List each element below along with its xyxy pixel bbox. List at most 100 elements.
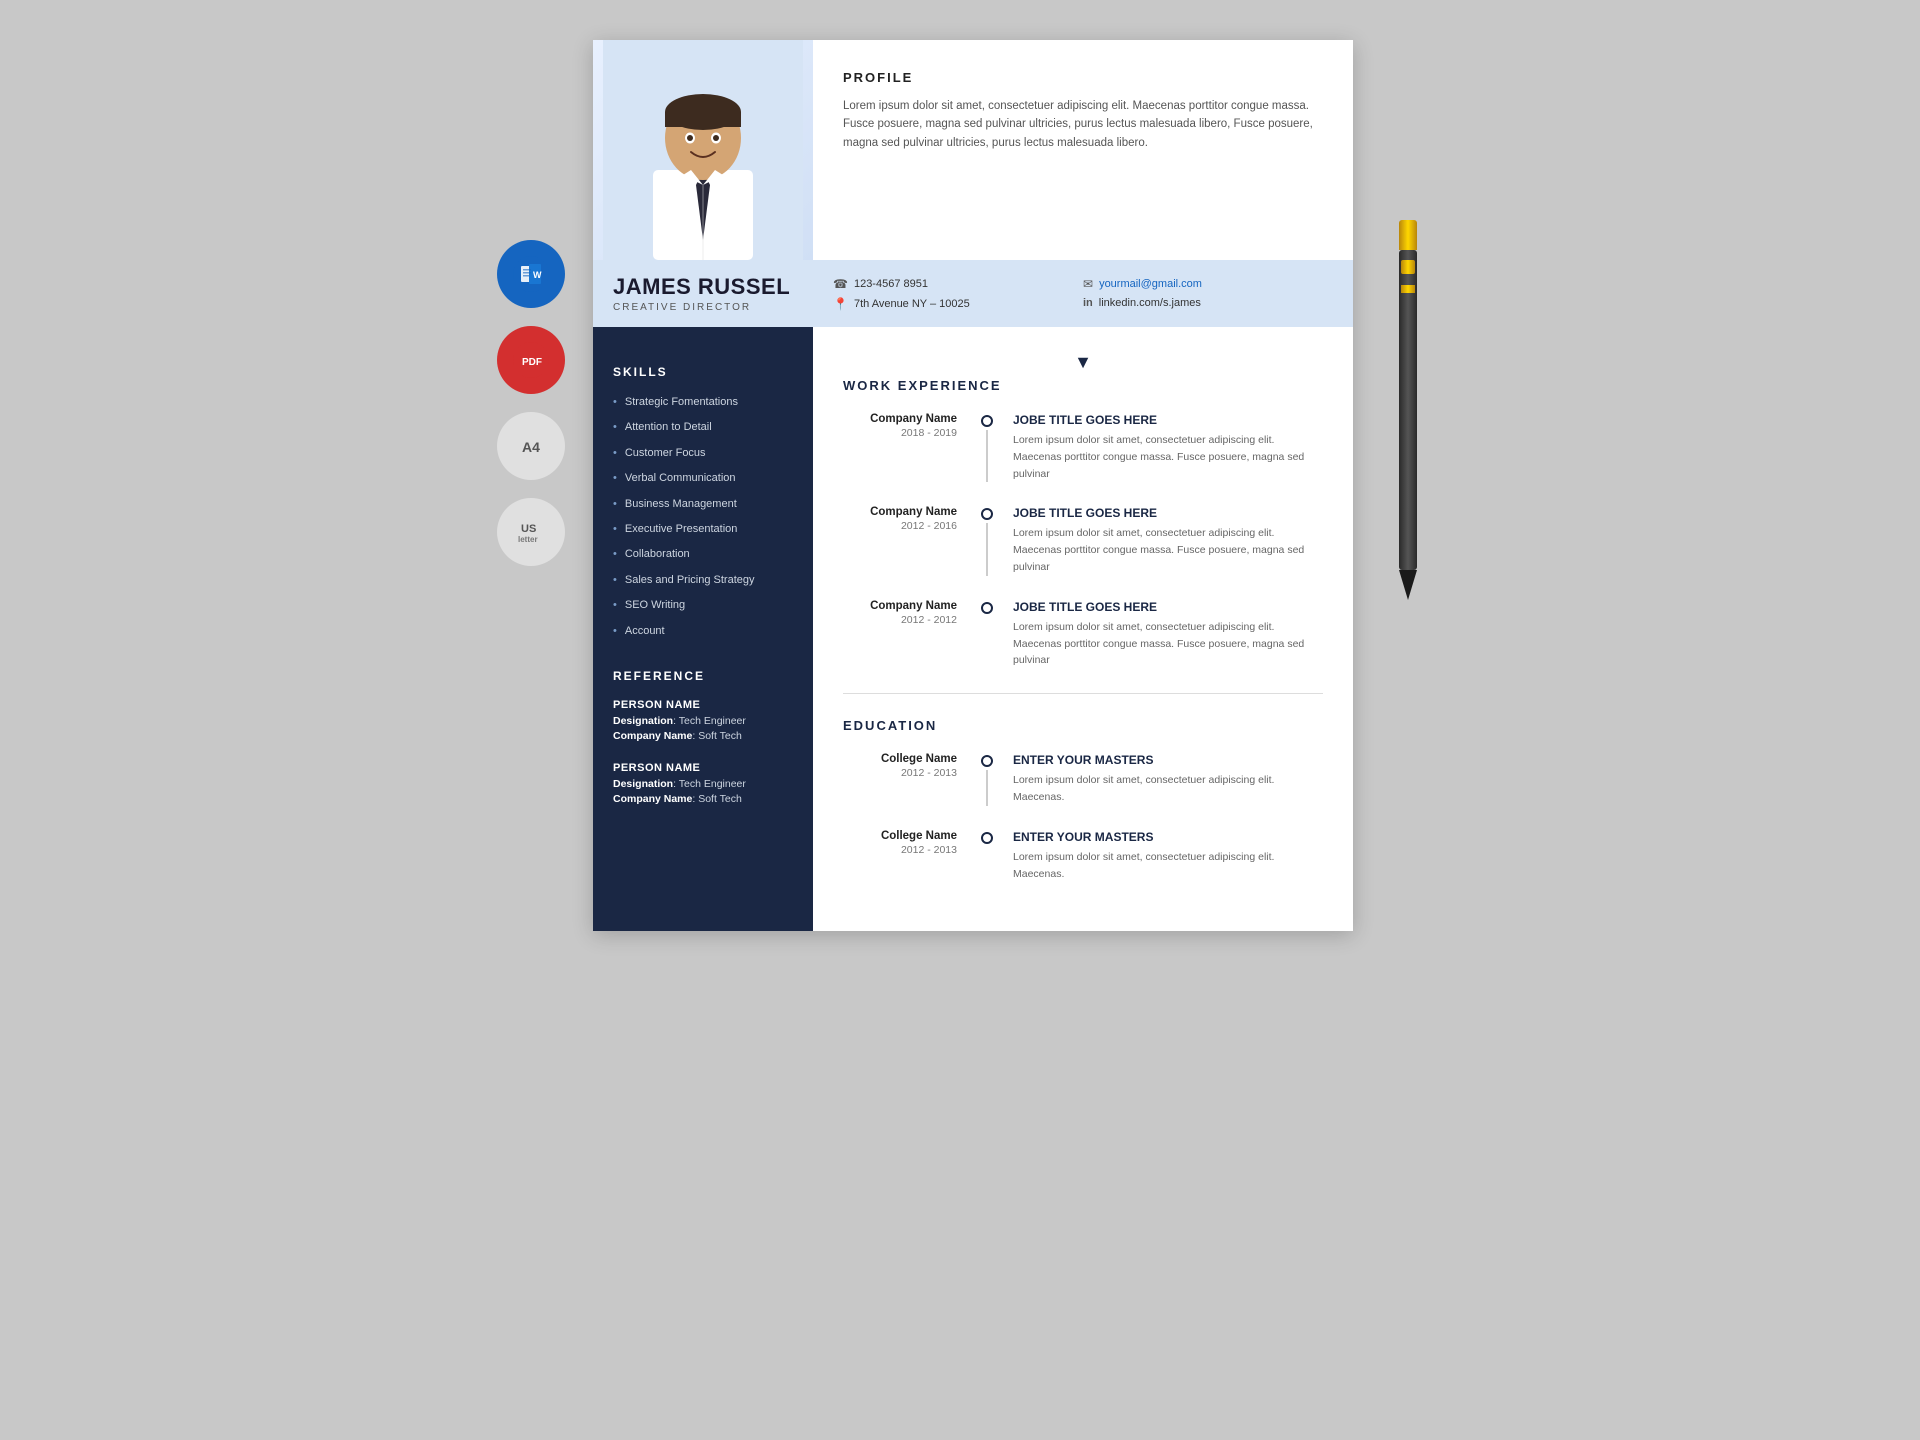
email-item: ✉ yourmail@gmail.com — [1083, 277, 1333, 291]
edu-entry-1: College Name 2012 - 2013 ENTER YOUR MAST… — [843, 753, 1323, 806]
svg-text:US: US — [521, 523, 536, 535]
work-entry-2-dates: 2012 - 2016 — [843, 520, 957, 532]
contact-col-left: ☎ 123-4567 8951 📍 7th Avenue NY – 10025 — [833, 277, 1083, 311]
work-entry-1-right: JOBE TITLE GOES HERE Lorem ipsum dolor s… — [1001, 413, 1323, 482]
ref-2-designation-label: Designation — [613, 778, 673, 790]
map-pin-icon: ▼ — [843, 352, 1323, 373]
us-letter-icon[interactable]: US letter — [497, 498, 565, 566]
phone-item: ☎ 123-4567 8951 — [833, 277, 1083, 291]
profile-photo — [593, 40, 813, 260]
work-entry-3-company: Company Name — [843, 600, 957, 612]
work-entry-2: Company Name 2012 - 2016 JOBE TITLE GOES… — [843, 506, 1323, 575]
timeline-dot — [981, 602, 993, 614]
linkedin-icon: in — [1083, 297, 1093, 309]
work-entry-1-title: JOBE TITLE GOES HERE — [1013, 413, 1323, 427]
skill-item: SEO Writing — [613, 598, 793, 613]
ref-2-company: Company Name: Soft Tech — [613, 793, 793, 805]
word-icon[interactable]: W — [497, 240, 565, 308]
svg-text:W: W — [533, 270, 542, 280]
section-divider — [843, 693, 1323, 694]
phone-number: 123-4567 8951 — [854, 278, 928, 290]
skill-item: Verbal Communication — [613, 471, 793, 486]
ref-1-name: PERSON NAME — [613, 699, 793, 711]
pen-decoration — [1393, 220, 1423, 600]
ref-2-designation-value: Tech Engineer — [679, 778, 746, 790]
edu-entry-1-right: ENTER YOUR MASTERS Lorem ipsum dolor sit… — [1001, 753, 1323, 806]
edu-entry-1-center — [973, 753, 1001, 806]
name-bar: JAMES RUSSEL CREATIVE DIRECTOR ☎ 123-456… — [593, 260, 1353, 327]
edu-entry-1-degree: ENTER YOUR MASTERS — [1013, 753, 1323, 767]
resume-body: SKILLS Strategic Fomentations Attention … — [593, 327, 1353, 931]
work-entry-2-right: JOBE TITLE GOES HERE Lorem ipsum dolor s… — [1001, 506, 1323, 575]
skills-heading: SKILLS — [613, 365, 793, 379]
a4-size-icon[interactable]: A4 — [497, 412, 565, 480]
profile-text: Lorem ipsum dolor sit amet, consectetuer… — [843, 97, 1323, 152]
resume-header: PROFILE Lorem ipsum dolor sit amet, cons… — [593, 40, 1353, 260]
timeline-line — [986, 617, 988, 669]
profile-section: PROFILE Lorem ipsum dolor sit amet, cons… — [813, 40, 1353, 260]
linkedin-item: in linkedin.com/s.james — [1083, 297, 1333, 309]
ref-2-name: PERSON NAME — [613, 762, 793, 774]
work-entry-1-center — [973, 413, 1001, 482]
edu-entry-1-desc: Lorem ipsum dolor sit amet, consectetuer… — [1013, 772, 1323, 806]
work-entry-1-desc: Lorem ipsum dolor sit amet, consectetuer… — [1013, 432, 1323, 482]
timeline-line — [986, 770, 988, 806]
ref-1-company-label: Company Name — [613, 730, 692, 742]
skill-item: Sales and Pricing Strategy — [613, 573, 793, 588]
resume-document: PROFILE Lorem ipsum dolor sit amet, cons… — [593, 40, 1353, 931]
ref-1-designation: Designation: Tech Engineer — [613, 715, 793, 727]
full-name: JAMES RUSSEL — [613, 274, 793, 300]
contact-info: ☎ 123-4567 8951 📍 7th Avenue NY – 10025 … — [813, 263, 1353, 325]
timeline-dot — [981, 415, 993, 427]
edu-entry-2-left: College Name 2012 - 2013 — [843, 830, 973, 883]
skill-item: Attention to Detail — [613, 420, 793, 435]
skill-item: Strategic Fomentations — [613, 395, 793, 410]
skill-item: Executive Presentation — [613, 522, 793, 537]
pdf-icon[interactable]: PDF — [497, 326, 565, 394]
work-entry-2-company: Company Name — [843, 506, 957, 518]
skill-item: Account — [613, 624, 793, 639]
work-experience-timeline: Company Name 2018 - 2019 JOBE TITLE GOES… — [843, 413, 1323, 669]
skill-item: Customer Focus — [613, 446, 793, 461]
main-content: ▼ WORK EXPERIENCE Company Name 2018 - 20… — [813, 327, 1353, 931]
work-entry-2-left: Company Name 2012 - 2016 — [843, 506, 973, 575]
job-title: CREATIVE DIRECTOR — [613, 302, 793, 313]
work-entry-1: Company Name 2018 - 2019 JOBE TITLE GOES… — [843, 413, 1323, 482]
timeline-dot — [981, 832, 993, 844]
work-entry-1-dates: 2018 - 2019 — [843, 427, 957, 439]
edu-entry-2-center — [973, 830, 1001, 883]
svg-text:A4: A4 — [522, 439, 540, 455]
skill-item: Collaboration — [613, 547, 793, 562]
work-entry-2-center — [973, 506, 1001, 575]
ref-2-company-value: Soft Tech — [698, 793, 742, 805]
education-timeline: College Name 2012 - 2013 ENTER YOUR MAST… — [843, 753, 1323, 882]
work-experience-heading: WORK EXPERIENCE — [843, 378, 1323, 393]
timeline-line — [986, 430, 988, 482]
edu-entry-2: College Name 2012 - 2013 ENTER YOUR MAST… — [843, 830, 1323, 883]
email-link[interactable]: yourmail@gmail.com — [1099, 278, 1202, 290]
reference-2: PERSON NAME Designation: Tech Engineer C… — [613, 762, 793, 805]
edu-entry-1-college: College Name — [843, 753, 957, 765]
address-text: 7th Avenue NY – 10025 — [854, 298, 970, 310]
work-entry-3-desc: Lorem ipsum dolor sit amet, consectetuer… — [1013, 619, 1323, 669]
pen-top — [1399, 220, 1417, 250]
reference-1: PERSON NAME Designation: Tech Engineer C… — [613, 699, 793, 742]
work-entry-3-dates: 2012 - 2012 — [843, 614, 957, 626]
timeline-line — [986, 523, 988, 575]
address-item: 📍 7th Avenue NY – 10025 — [833, 297, 1083, 311]
edu-entry-2-desc: Lorem ipsum dolor sit amet, consectetuer… — [1013, 849, 1323, 883]
timeline-dot — [981, 755, 993, 767]
work-entry-3-left: Company Name 2012 - 2012 — [843, 600, 973, 669]
email-icon: ✉ — [1083, 277, 1093, 291]
svg-text:PDF: PDF — [522, 357, 542, 368]
side-icons-panel: W PDF A4 US letter — [497, 240, 565, 566]
work-entry-3: Company Name 2012 - 2012 JOBE TITLE GOES… — [843, 600, 1323, 669]
edu-entry-1-dates: 2012 - 2013 — [843, 767, 957, 779]
pen-body — [1399, 250, 1417, 570]
linkedin-url: linkedin.com/s.james — [1099, 297, 1201, 309]
phone-icon: ☎ — [833, 277, 848, 291]
work-entry-3-center — [973, 600, 1001, 669]
timeline-dot — [981, 508, 993, 520]
work-entry-2-desc: Lorem ipsum dolor sit amet, consectetuer… — [1013, 525, 1323, 575]
edu-entry-2-degree: ENTER YOUR MASTERS — [1013, 830, 1323, 844]
